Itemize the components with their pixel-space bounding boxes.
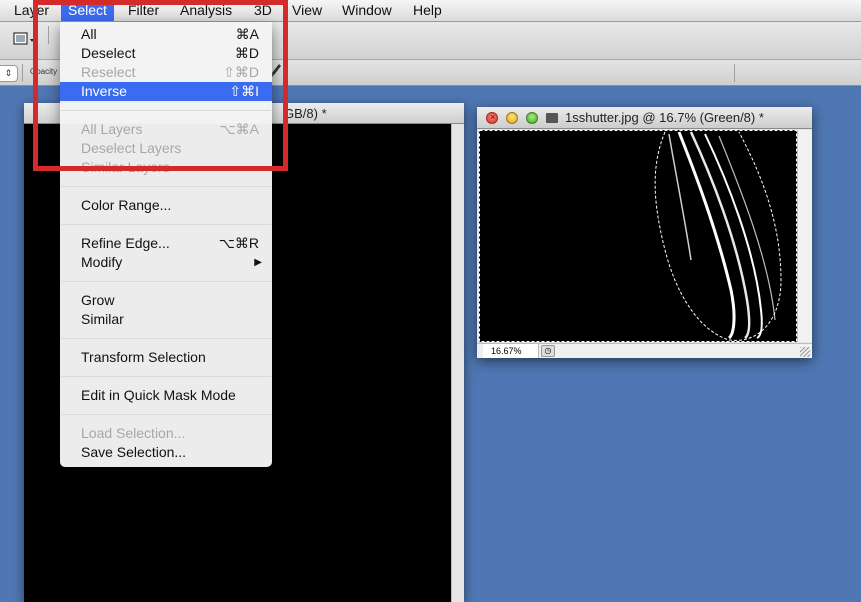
image-canvas[interactable] — [479, 130, 797, 342]
shutter-image — [479, 130, 797, 342]
menu-item-label: Modify — [81, 254, 123, 270]
menu-item-label: Transform Selection — [81, 349, 206, 365]
zoom-button[interactable] — [526, 112, 538, 124]
marquee-icon[interactable] — [12, 30, 34, 48]
vertical-scrollbar[interactable] — [797, 130, 812, 342]
shortcut-label: ⌥⌘R — [218, 235, 259, 251]
menu-item-load-selection: Load Selection... — [60, 424, 272, 443]
document-title: 1sshutter.jpg @ 16.7% (Green/8) * — [565, 110, 764, 125]
menu-item-save-selection[interactable]: Save Selection... — [60, 443, 272, 462]
menu-separator — [61, 376, 271, 377]
menu-item-similar[interactable]: Similar — [60, 310, 272, 329]
status-bar: 16.67% ◷ — [477, 343, 812, 358]
menu-item-label: Grow — [81, 292, 115, 308]
menu-separator — [61, 338, 271, 339]
menu-item-label: Save Selection... — [81, 444, 187, 460]
minimize-button[interactable] — [506, 112, 518, 124]
annotation-highlight-box — [33, 0, 288, 171]
menu-item-label: Similar — [81, 311, 124, 327]
zoom-level-field[interactable]: 16.67% — [483, 344, 539, 358]
document-window-right: × 1sshutter.jpg @ 16.7% (Green/8) * 16.6… — [477, 107, 812, 358]
toolbar-divider — [734, 64, 735, 82]
menu-item-modify[interactable]: Modify ▶ — [60, 253, 272, 272]
menu-item-color-range[interactable]: Color Range... — [60, 196, 272, 215]
menu-item-label: Color Range... — [81, 197, 172, 213]
menu-item-transform-selection[interactable]: Transform Selection — [60, 348, 272, 367]
vertical-scrollbar[interactable] — [451, 124, 464, 602]
status-menu-icon[interactable]: ◷ — [541, 345, 555, 357]
resize-grip-icon[interactable] — [800, 347, 810, 357]
menu-help[interactable]: Help — [406, 0, 449, 21]
menu-item-label: Load Selection... — [81, 425, 186, 441]
document-title: GB/8) * — [284, 106, 327, 121]
document-titlebar[interactable]: × 1sshutter.jpg @ 16.7% (Green/8) * — [477, 107, 812, 129]
menu-item-label: Edit in Quick Mask Mode — [81, 387, 236, 403]
menu-separator — [61, 281, 271, 282]
menu-item-quick-mask[interactable]: Edit in Quick Mask Mode — [60, 386, 272, 405]
stepper-button[interactable]: ⇕ — [0, 65, 18, 82]
toolbar-divider — [22, 64, 23, 82]
menu-item-label: Refine Edge... — [81, 235, 170, 251]
menu-separator — [61, 186, 271, 187]
menu-item-grow[interactable]: Grow — [60, 291, 272, 310]
menu-separator — [61, 224, 271, 225]
submenu-arrow-icon: ▶ — [254, 257, 262, 268]
menu-view[interactable]: View — [285, 0, 329, 21]
close-button[interactable]: × — [486, 112, 498, 124]
close-icon: × — [490, 112, 496, 122]
menu-separator — [61, 414, 271, 415]
menu-window[interactable]: Window — [335, 0, 399, 21]
menu-item-refine-edge[interactable]: Refine Edge... ⌥⌘R — [60, 234, 272, 253]
document-icon — [546, 113, 558, 123]
